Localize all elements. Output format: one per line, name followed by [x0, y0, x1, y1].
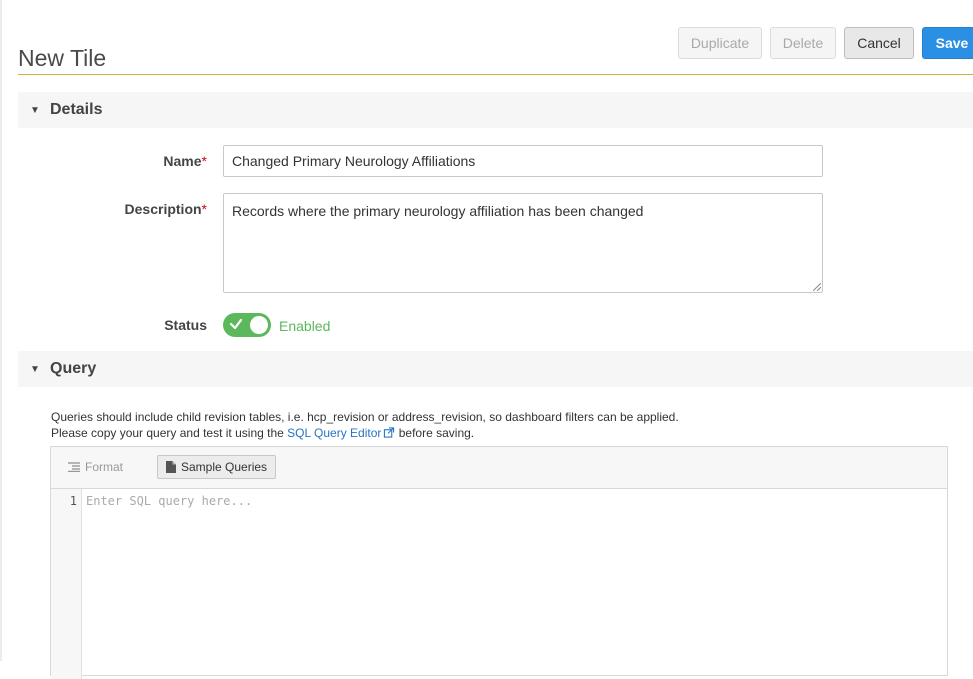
details-section-label: Details [50, 101, 103, 118]
editor-toolbar: Format Sample Queries [51, 447, 947, 489]
line-number: 1 [69, 494, 77, 508]
description-text: Records where the primary neurology affi… [232, 203, 644, 219]
format-label: Format [85, 460, 124, 474]
format-lines-icon [68, 462, 80, 472]
save-button[interactable]: Save [922, 27, 973, 59]
toggle-knob [250, 316, 268, 334]
name-label: Name* [163, 153, 207, 169]
description-label-text: Description [124, 201, 202, 217]
sql-query-editor-link-text: SQL Query Editor [287, 426, 382, 440]
format-button[interactable]: Format [68, 460, 123, 474]
editor-gutter: 1 [51, 489, 82, 679]
details-section-header[interactable]: ▼ Details [18, 92, 973, 128]
sql-input[interactable]: Enter SQL query here... [86, 494, 252, 508]
required-marker: * [201, 201, 207, 217]
sample-queries-button[interactable]: Sample Queries [157, 455, 277, 479]
status-toggle[interactable] [223, 313, 271, 337]
collapse-triangle-icon: ▼ [30, 104, 40, 116]
page-title: New Tile [18, 45, 107, 72]
help-text-before: Please copy your query and test it using… [51, 426, 288, 440]
title-divider [18, 74, 973, 75]
help-text-after: before saving. [395, 426, 475, 440]
page-left-border [0, 0, 2, 661]
check-icon [229, 318, 243, 330]
status-label: Status [164, 317, 207, 333]
cancel-button[interactable]: Cancel [844, 27, 914, 59]
resize-grip-icon[interactable] [813, 283, 821, 291]
query-help-line1: Queries should include child revision ta… [51, 410, 679, 424]
status-value: Enabled [279, 318, 331, 334]
sample-queries-label: Sample Queries [181, 460, 268, 474]
document-icon [166, 461, 176, 473]
sql-editor: Format Sample Queries 1 Enter SQL query … [50, 446, 948, 679]
description-textarea[interactable]: Records where the primary neurology affi… [223, 193, 823, 293]
name-label-text: Name [163, 153, 202, 169]
required-marker: * [201, 153, 207, 169]
query-help-line2: Please copy your query and test it using… [51, 426, 474, 440]
description-label: Description* [125, 201, 207, 217]
collapse-triangle-icon: ▼ [30, 363, 40, 375]
query-section-header[interactable]: ▼ Query [18, 351, 973, 387]
query-section-label: Query [50, 360, 97, 377]
delete-button[interactable]: Delete [770, 27, 836, 59]
external-link-icon [384, 427, 395, 438]
name-input[interactable]: Changed Primary Neurology Affiliations [223, 145, 823, 177]
duplicate-button[interactable]: Duplicate [678, 27, 762, 59]
sql-query-editor-link[interactable]: SQL Query Editor [287, 426, 395, 440]
